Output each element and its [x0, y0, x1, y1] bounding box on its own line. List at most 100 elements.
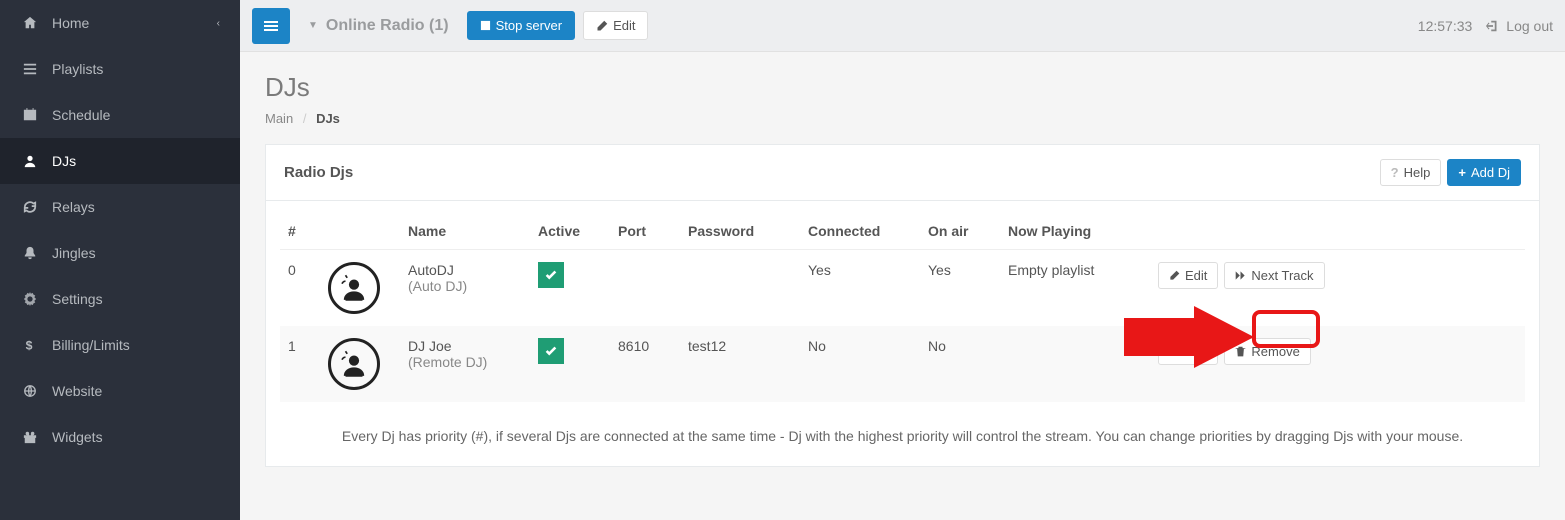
- edit-dj-button[interactable]: Edit: [1158, 338, 1218, 365]
- dj-type: (Remote DJ): [408, 354, 522, 370]
- list-icon: [20, 62, 40, 76]
- col-active: Active: [530, 213, 610, 250]
- bars-icon: [263, 18, 279, 34]
- button-label: Help: [1404, 165, 1431, 180]
- question-icon: ?: [1391, 165, 1399, 180]
- sidebar-item-djs[interactable]: DJs: [0, 138, 240, 184]
- cell-icon: [320, 326, 400, 402]
- table-row[interactable]: 0 AutoDJ (Auto DJ): [280, 250, 1525, 327]
- sidebar-item-relays[interactable]: Relays: [0, 184, 240, 230]
- cell-num: 0: [280, 250, 320, 327]
- clock-display: 12:57:33: [1418, 18, 1473, 34]
- panel-header: Radio Djs ? Help + Add Dj: [266, 145, 1539, 201]
- button-label: Add Dj: [1471, 165, 1510, 180]
- sidebar-item-label: Widgets: [52, 429, 103, 445]
- cell-name: DJ Joe (Remote DJ): [400, 326, 530, 402]
- col-connected: Connected: [800, 213, 920, 250]
- cell-onair: No: [920, 326, 1000, 402]
- panel-footer-note: Every Dj has priority (#), if several Dj…: [266, 414, 1539, 466]
- cell-actions: Edit Next Track: [1150, 250, 1525, 327]
- button-label: Edit: [613, 18, 635, 33]
- sidebar-item-billing[interactable]: $ Billing/Limits: [0, 322, 240, 368]
- sidebar-item-label: Website: [52, 383, 102, 399]
- pencil-icon: [596, 20, 608, 32]
- forward-icon: [1235, 270, 1246, 281]
- dollar-icon: $: [20, 338, 40, 352]
- dj-name: AutoDJ: [408, 262, 522, 278]
- plus-icon: +: [1458, 165, 1466, 180]
- sidebar-item-label: Relays: [52, 199, 95, 215]
- button-label: Stop server: [496, 18, 562, 33]
- sidebar: Home ‹ Playlists Schedule DJs Relays: [0, 0, 240, 520]
- dj-avatar-icon: [328, 338, 380, 390]
- dj-avatar-icon: [328, 262, 380, 314]
- add-dj-button[interactable]: + Add Dj: [1447, 159, 1521, 186]
- cell-actions: Edit Remove: [1150, 326, 1525, 402]
- breadcrumb-separator: /: [303, 111, 307, 126]
- cell-nowplaying: Empty playlist: [1000, 250, 1150, 327]
- sidebar-item-website[interactable]: Website: [0, 368, 240, 414]
- home-icon: [20, 16, 40, 30]
- svg-text:$: $: [26, 338, 33, 352]
- cell-name: AutoDJ (Auto DJ): [400, 250, 530, 327]
- sidebar-item-label: Playlists: [52, 61, 103, 77]
- cell-active: [530, 326, 610, 402]
- sidebar-item-label: Settings: [52, 291, 103, 307]
- gift-icon: [20, 430, 40, 444]
- help-button[interactable]: ? Help: [1380, 159, 1442, 186]
- dj-type: (Auto DJ): [408, 278, 522, 294]
- logout-label: Log out: [1506, 18, 1553, 34]
- globe-icon: [20, 384, 40, 398]
- dj-name: DJ Joe: [408, 338, 522, 354]
- col-nowplaying: Now Playing: [1000, 213, 1150, 250]
- cell-port: [610, 250, 680, 327]
- refresh-icon: [20, 200, 40, 214]
- button-label: Remove: [1251, 344, 1299, 359]
- edit-dj-button[interactable]: Edit: [1158, 262, 1218, 289]
- panel-title: Radio Djs: [284, 164, 353, 181]
- pencil-icon: [1169, 270, 1180, 281]
- sidebar-item-settings[interactable]: Settings: [0, 276, 240, 322]
- signout-icon: [1486, 19, 1500, 33]
- sidebar-item-home[interactable]: Home ‹: [0, 0, 240, 46]
- breadcrumb: Main / DJs: [265, 111, 1540, 126]
- col-port: Port: [610, 213, 680, 250]
- col-icon: [320, 213, 400, 250]
- cell-num: 1: [280, 326, 320, 402]
- server-selector[interactable]: Online Radio (1): [326, 17, 449, 35]
- cell-connected: No: [800, 326, 920, 402]
- check-icon: [538, 262, 564, 288]
- calendar-icon: [20, 108, 40, 122]
- user-icon: [20, 154, 40, 168]
- button-label: Edit: [1185, 344, 1207, 359]
- next-track-button[interactable]: Next Track: [1224, 262, 1324, 289]
- sidebar-item-playlists[interactable]: Playlists: [0, 46, 240, 92]
- trash-icon: [1235, 346, 1246, 357]
- sidebar-item-jingles[interactable]: Jingles: [0, 230, 240, 276]
- breadcrumb-current: DJs: [316, 111, 340, 126]
- cell-nowplaying: [1000, 326, 1150, 402]
- stop-icon: [480, 20, 491, 31]
- sidebar-item-widgets[interactable]: Widgets: [0, 414, 240, 460]
- remove-dj-button[interactable]: Remove: [1224, 338, 1310, 365]
- topbar: ▼ Online Radio (1) Stop server Edit 12:5…: [240, 0, 1565, 52]
- stop-server-button[interactable]: Stop server: [467, 11, 575, 40]
- cell-connected: Yes: [800, 250, 920, 327]
- cell-password: [680, 250, 800, 327]
- sidebar-item-schedule[interactable]: Schedule: [0, 92, 240, 138]
- table-row[interactable]: 1 DJ Joe (Remote DJ): [280, 326, 1525, 402]
- button-label: Edit: [1185, 268, 1207, 283]
- cogs-icon: [20, 292, 40, 306]
- logout-link[interactable]: Log out: [1486, 18, 1553, 34]
- menu-toggle-button[interactable]: [252, 8, 290, 44]
- breadcrumb-root[interactable]: Main: [265, 111, 293, 126]
- chevron-left-icon: ‹: [217, 18, 220, 29]
- cell-password: test12: [680, 326, 800, 402]
- check-icon: [538, 338, 564, 364]
- edit-server-button[interactable]: Edit: [583, 11, 648, 40]
- sidebar-item-label: Jingles: [52, 245, 96, 261]
- sidebar-item-label: DJs: [52, 153, 76, 169]
- cell-onair: Yes: [920, 250, 1000, 327]
- cell-active: [530, 250, 610, 327]
- col-name: Name: [400, 213, 530, 250]
